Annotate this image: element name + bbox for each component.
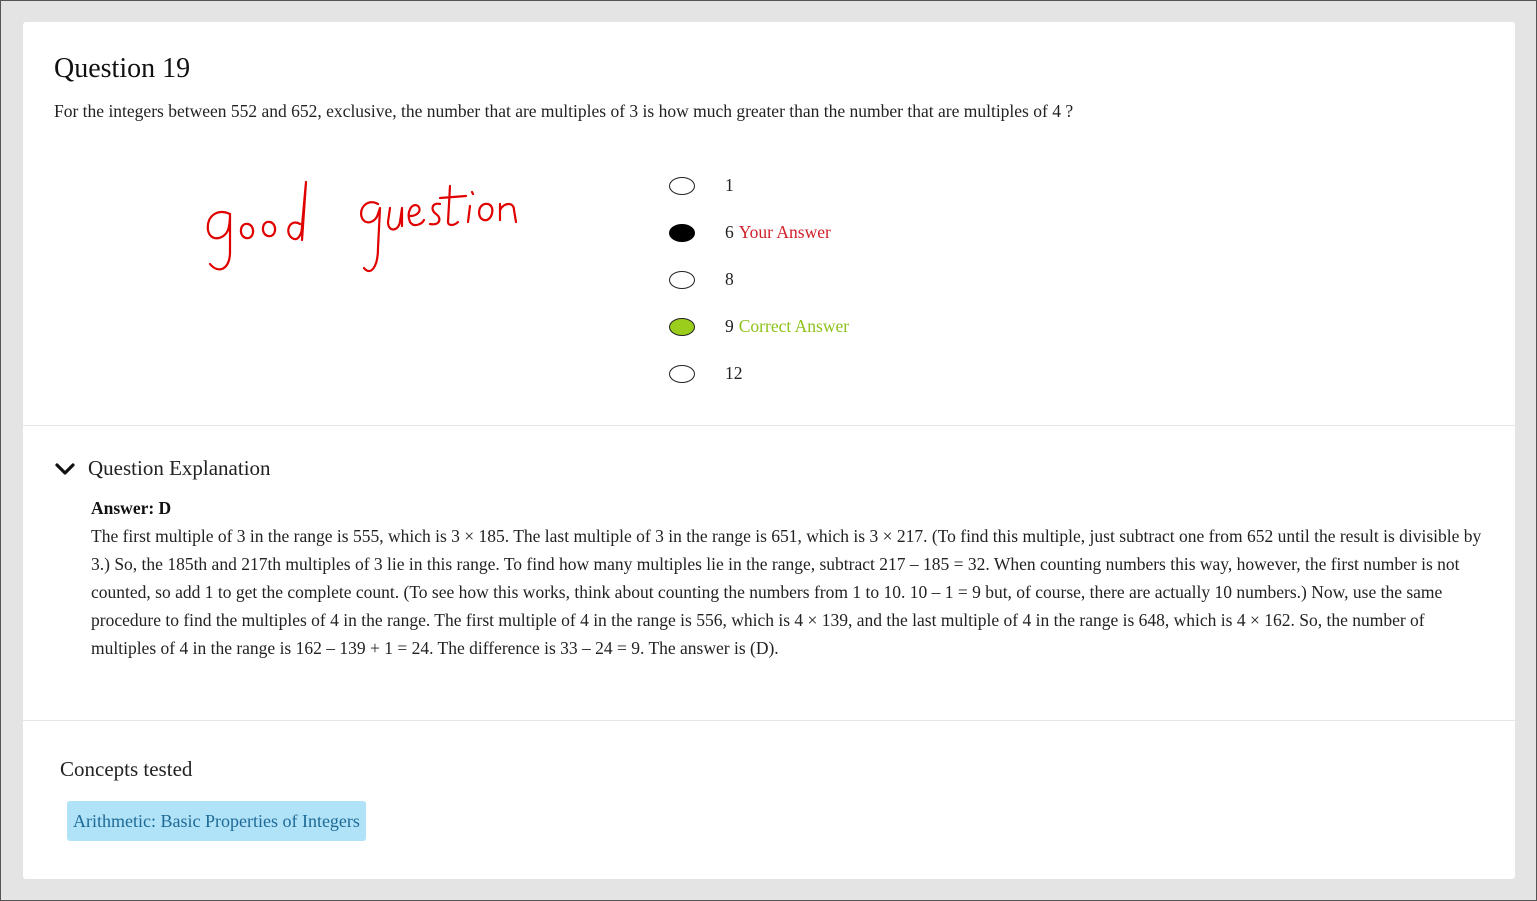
radio-selected-icon[interactable] [669, 223, 695, 242]
option-4[interactable]: 9 Correct Answer [669, 303, 849, 350]
concept-tag[interactable]: Arithmetic: Basic Properties of Integers [67, 801, 366, 841]
option-label: 12 [725, 363, 743, 383]
option-5[interactable]: 12 [669, 350, 849, 397]
section-divider [23, 425, 1515, 426]
explanation-body: The first multiple of 3 in the range is … [91, 526, 1482, 658]
option-label: 8 [725, 269, 734, 289]
radio-unselected-icon[interactable] [669, 176, 695, 195]
radio-unselected-icon[interactable] [669, 364, 695, 383]
explanation-toggle[interactable]: Question Explanation [54, 456, 271, 481]
handwritten-annotation [206, 180, 518, 273]
question-text: For the integers between 552 and 652, ex… [54, 101, 1074, 121]
section-divider [23, 720, 1515, 721]
option-3[interactable]: 8 [669, 256, 849, 303]
option-1[interactable]: 1 [669, 162, 849, 209]
correct-answer-tag: Correct Answer [738, 316, 850, 336]
option-label: 6 [725, 222, 734, 242]
option-label: 1 [725, 175, 734, 195]
radio-unselected-icon[interactable] [669, 270, 695, 289]
answer-options: 1 6 Your Answer 8 9 Correct Answer 12 [669, 162, 849, 397]
question-card: Question 19 For the integers between 552… [23, 22, 1515, 879]
question-title: Question 19 [54, 53, 191, 84]
chevron-down-icon[interactable] [54, 458, 76, 480]
explanation-title[interactable]: Question Explanation [88, 456, 271, 481]
concepts-title: Concepts tested [60, 757, 193, 781]
option-2[interactable]: 6 Your Answer [669, 209, 849, 256]
your-answer-tag: Your Answer [738, 222, 831, 242]
option-label: 9 [725, 316, 734, 336]
answer-label: Answer: D [91, 498, 172, 518]
radio-correct-icon[interactable] [669, 317, 695, 336]
